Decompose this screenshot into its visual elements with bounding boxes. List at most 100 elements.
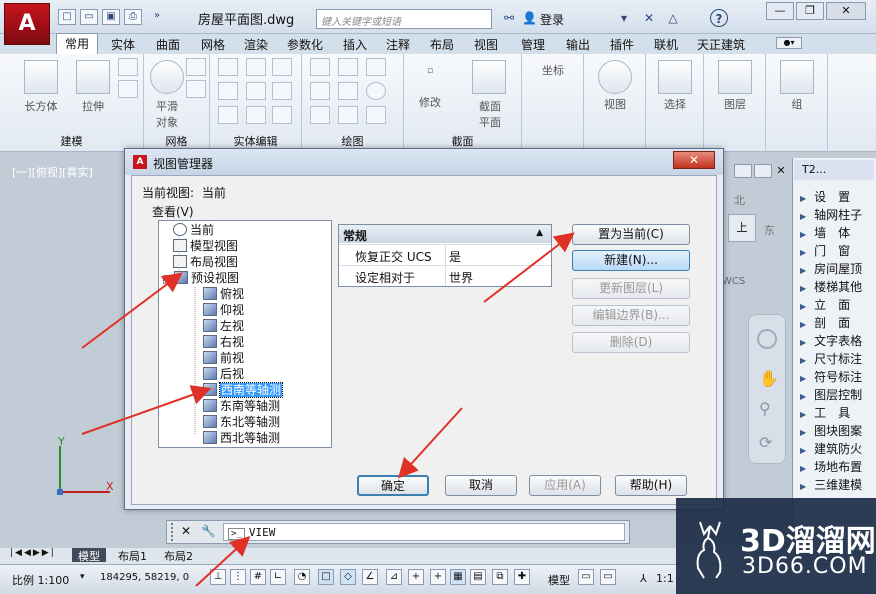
search-input[interactable]: 键入关键字或短语 [316, 9, 492, 29]
tab-layout2[interactable]: 布局2 [160, 548, 197, 563]
palette-item-elevation[interactable]: 立 面 [800, 296, 874, 313]
tab-view[interactable]: 视图 [474, 36, 498, 53]
new-view-button[interactable]: 新建(N)... [572, 250, 690, 271]
smooth-object-icon[interactable] [150, 60, 184, 94]
tab-annotate[interactable]: 注释 [386, 36, 410, 53]
union-icon[interactable] [218, 58, 238, 76]
tab-parametric[interactable]: 参数化 [287, 36, 323, 53]
login-button[interactable]: 登录 [540, 11, 564, 28]
hatch-icon[interactable] [366, 106, 386, 124]
quick-view-drawings-icon[interactable]: ▭ [600, 569, 616, 585]
viewcube-top-face[interactable]: 上 [728, 214, 756, 242]
tree-item-layout-views[interactable]: 布局视图 [173, 254, 238, 270]
viewport-restore-icon[interactable] [754, 164, 772, 178]
tree-item-left[interactable]: 左视 [203, 318, 244, 334]
property-row[interactable]: 设定相对于 世界 [339, 265, 551, 286]
delete-button[interactable]: 删除(D) [572, 332, 690, 353]
tree-item-se-isometric[interactable]: 东南等轴测 [203, 398, 280, 414]
update-layers-button[interactable]: 更新图层(L) [572, 278, 690, 299]
tree-item-preset-views[interactable]: − 预设视图 [163, 270, 239, 286]
property-value[interactable]: 世界 [449, 269, 473, 286]
dynamic-input-icon[interactable]: + [408, 569, 424, 585]
spline-icon[interactable] [310, 82, 330, 100]
viewport-minimize-icon[interactable] [734, 164, 752, 178]
layers-icon[interactable] [718, 60, 752, 94]
selection-cycling-icon[interactable]: ⧉ [492, 569, 508, 585]
palette-item-stairs[interactable]: 楼梯其他 [800, 278, 874, 295]
loft-icon[interactable] [118, 80, 138, 98]
autodesk-icon[interactable]: △ [664, 9, 682, 27]
palette-item-section[interactable]: 剖 面 [800, 314, 874, 331]
tab-render[interactable]: 渲染 [244, 36, 268, 53]
palette-item-axis-grid[interactable]: 轴网柱子 [800, 206, 874, 223]
model-space-button[interactable]: 模型 [548, 572, 570, 588]
close-button[interactable]: ✕ [826, 2, 866, 20]
wcs-menu[interactable]: WCS [722, 276, 745, 287]
sweep-icon[interactable] [118, 58, 138, 76]
snap-mode-icon[interactable]: ⋮ [230, 569, 246, 585]
exchange-icon[interactable]: ✕ [640, 9, 658, 27]
modify-label[interactable]: 修改 [410, 94, 450, 110]
tree-item-front[interactable]: 前视 [203, 350, 244, 366]
tab-insert[interactable]: 插入 [343, 36, 367, 53]
properties-header[interactable]: 常规 ▲ [339, 225, 551, 243]
palette-item-layer-control[interactable]: 图层控制 [800, 386, 874, 403]
tree-item-right[interactable]: 右视 [203, 334, 244, 350]
lineweight-icon[interactable]: + [430, 569, 446, 585]
circle-icon[interactable] [366, 82, 386, 100]
group-icon[interactable] [780, 60, 814, 94]
palette-item-dimensions[interactable]: 尺寸标注 [800, 350, 874, 367]
tab-solid[interactable]: 实体 [111, 36, 135, 53]
dialog-close-button[interactable]: ✕ [673, 151, 715, 169]
section-plane-icon[interactable] [472, 60, 506, 94]
viewport-controls[interactable]: [一][俯视][真实] [12, 164, 93, 180]
tree-item-sw-isometric[interactable]: 西南等轴测 [203, 382, 284, 398]
extrude-faces-icon[interactable] [246, 58, 266, 76]
annotation-scale-value[interactable]: 1:1 [656, 572, 674, 585]
tab-online[interactable]: 联机 [654, 36, 678, 53]
transparency-icon[interactable]: ▦ [450, 569, 466, 585]
ribbon-minimize-icon[interactable]: ●▾ [776, 37, 802, 49]
tab-plugins[interactable]: 插件 [610, 36, 634, 53]
maximize-button[interactable]: ❐ [796, 2, 824, 20]
binoculars-icon[interactable]: ⚯ [500, 9, 518, 27]
close-command-icon[interactable]: ✕ [181, 524, 191, 538]
extrude-icon[interactable] [76, 60, 110, 94]
view-icon[interactable] [598, 60, 632, 94]
steering-wheel-icon[interactable] [757, 329, 777, 349]
tree-item-model-views[interactable]: 模型视图 [173, 238, 238, 254]
intersect-icon[interactable] [218, 106, 238, 124]
tree-item-current[interactable]: 当前 [173, 222, 214, 238]
application-menu-button[interactable]: A [4, 3, 50, 45]
pan-icon[interactable]: ✋ [759, 369, 779, 388]
palette-item-symbols[interactable]: 符号标注 [800, 368, 874, 385]
help-button[interactable]: 帮助(H) [615, 475, 687, 496]
tab-manage[interactable]: 管理 [521, 36, 545, 53]
quick-properties-icon[interactable]: ▤ [470, 569, 486, 585]
tab-tangent-arch[interactable]: 天正建筑 [697, 36, 745, 53]
coordinates-label[interactable]: 坐标 [526, 62, 580, 78]
viewcube[interactable]: ✕ 北 东 上 WCS [720, 160, 790, 310]
helix-icon[interactable] [338, 82, 358, 100]
object-snap-icon[interactable]: □ [318, 569, 334, 585]
palette-item-3d-modeling[interactable]: 三维建模 [800, 476, 874, 493]
modify-icon[interactable]: ▫ [410, 66, 450, 76]
selection-icon[interactable] [658, 60, 692, 94]
palette-item-text-tables[interactable]: 文字表格 [800, 332, 874, 349]
tab-layout1[interactable]: 布局1 [114, 548, 151, 563]
mesh-refine-icon[interactable] [186, 80, 206, 98]
tree-item-ne-isometric[interactable]: 东北等轴测 [203, 414, 280, 430]
ortho-mode-icon[interactable]: ∟ [270, 569, 286, 585]
mesh-tool-icon[interactable] [186, 58, 206, 76]
polar-tracking-icon[interactable]: ◔ [294, 569, 310, 585]
fillet-edge-icon[interactable] [246, 82, 266, 100]
object-snap-tracking-icon[interactable]: ∠ [362, 569, 378, 585]
set-current-button[interactable]: 置为当前(C) [572, 224, 690, 245]
rectangle-icon[interactable] [338, 106, 358, 124]
zoom-icon[interactable]: ⚲ [759, 399, 771, 418]
cancel-button[interactable]: 取消 [445, 475, 517, 496]
palette-item-blocks-patterns[interactable]: 图块图案 [800, 422, 874, 439]
quick-view-layouts-icon[interactable]: ▭ [578, 569, 594, 585]
new-file-icon[interactable]: □ [58, 9, 76, 25]
annotation-scale-icon[interactable]: ⅄ [640, 572, 647, 585]
